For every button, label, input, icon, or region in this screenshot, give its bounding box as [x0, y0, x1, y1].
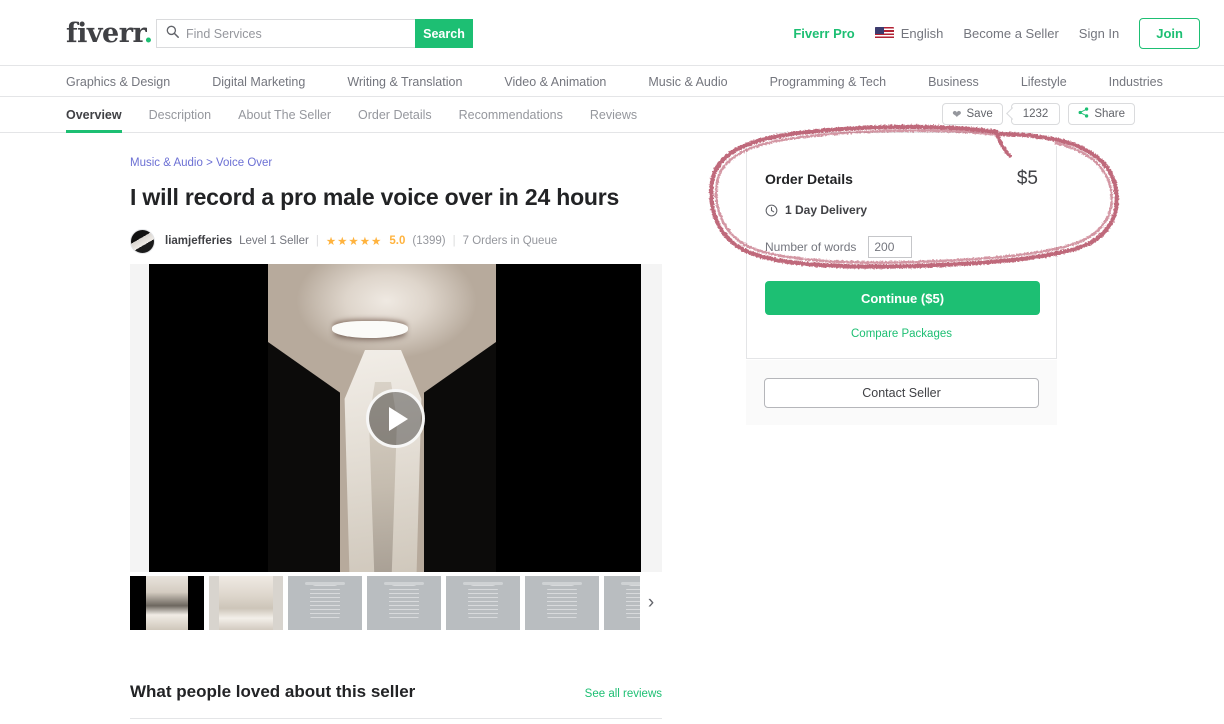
breadcrumb-parent[interactable]: Music & Audio: [130, 157, 203, 169]
fiverr-pro-link[interactable]: Fiverr Pro: [793, 26, 854, 41]
number-of-words-row: Number of words: [765, 236, 1038, 258]
delivery-time-label: 1 Day Delivery: [785, 203, 868, 217]
language-selector[interactable]: English: [874, 25, 944, 41]
tab-overview[interactable]: Overview: [66, 97, 122, 133]
video-frame: [149, 264, 641, 572]
microphone-icon: [542, 582, 582, 621]
search-icon: [166, 25, 179, 43]
save-count: 1232: [1022, 108, 1049, 120]
thumbnail-1[interactable]: [130, 576, 204, 630]
order-details-header: Order Details $5: [765, 168, 1038, 190]
order-details-panel: Order Details $5 1 Day Delivery Number o…: [746, 146, 1057, 359]
play-icon[interactable]: [366, 389, 425, 448]
category-industries[interactable]: Industries: [1109, 75, 1163, 89]
category-music-audio[interactable]: Music & Audio: [648, 75, 727, 89]
fiverr-logo[interactable]: fiverr.: [66, 18, 153, 49]
category-business[interactable]: Business: [928, 75, 979, 89]
seller-divider-1: |: [315, 235, 319, 248]
tab-reviews[interactable]: Reviews: [590, 97, 637, 133]
gig-tab-list: Overview Description About The Seller Or…: [66, 97, 637, 133]
see-all-reviews-link[interactable]: See all reviews: [585, 688, 662, 700]
number-of-words-label: Number of words: [765, 240, 857, 254]
microphone-icon: [463, 582, 503, 621]
category-graphics-design[interactable]: Graphics & Design: [66, 75, 170, 89]
category-lifestyle[interactable]: Lifestyle: [1021, 75, 1067, 89]
rating-stars: ★★★★★: [325, 236, 383, 249]
share-button[interactable]: Share: [1068, 103, 1135, 125]
contact-seller-button[interactable]: Contact Seller: [764, 377, 1039, 408]
reviews-divider: [130, 718, 662, 719]
breadcrumb: Music & Audio > Voice Over: [130, 157, 662, 169]
compare-packages-link[interactable]: Compare Packages: [747, 328, 1056, 358]
play-triangle: [388, 406, 408, 431]
save-count-badge: 1232: [1010, 103, 1061, 125]
gig-video-player[interactable]: [130, 264, 662, 572]
clock-icon: [765, 204, 778, 217]
logo-dot: .: [143, 18, 153, 49]
us-flag-icon: [874, 26, 894, 40]
category-video-animation[interactable]: Video & Animation: [504, 75, 606, 89]
poster-detail-suit-right: [424, 342, 496, 572]
language-label: English: [900, 25, 944, 41]
category-nav: Graphics & Design Digital Marketing Writ…: [0, 66, 1224, 97]
search-input-wrapper[interactable]: [156, 19, 415, 48]
gig-action-bar: ❤ Save 1232 Share: [942, 103, 1135, 125]
rating-count: (1399): [412, 235, 446, 248]
microphone-icon: [384, 582, 424, 621]
header-right-nav: Fiverr Pro English Become a Seller Sign …: [793, 0, 1200, 66]
breadcrumb-separator: >: [206, 157, 213, 169]
category-nav-list: Graphics & Design Digital Marketing Writ…: [66, 66, 1163, 97]
reviews-section-header: What people loved about this seller See …: [130, 682, 662, 702]
top-header: fiverr. Search Fiverr Pro English Become…: [0, 0, 1224, 66]
save-label: Save: [966, 108, 993, 120]
chevron-right-icon[interactable]: ›: [640, 576, 662, 630]
save-button[interactable]: ❤ Save: [942, 103, 1003, 125]
search-button[interactable]: Search: [415, 19, 473, 48]
become-a-seller-link[interactable]: Become a Seller: [963, 26, 1058, 41]
seller-divider-2: |: [452, 235, 456, 248]
tab-order-details[interactable]: Order Details: [358, 97, 432, 133]
seller-info-row: liamjefferies Level 1 Seller | ★★★★★ 5.0…: [130, 228, 662, 254]
sign-in-link[interactable]: Sign In: [1079, 26, 1119, 41]
thumbnail-5[interactable]: [446, 576, 520, 630]
delivery-time-row: 1 Day Delivery: [765, 203, 1038, 217]
number-of-words-input[interactable]: [868, 236, 913, 258]
share-icon: [1078, 107, 1089, 121]
rating-value: 5.0: [389, 235, 406, 248]
breadcrumb-child[interactable]: Voice Over: [216, 157, 272, 169]
thumbnail-6[interactable]: [525, 576, 599, 630]
search-bar: Search: [156, 19, 473, 48]
search-input[interactable]: [186, 26, 415, 41]
contact-seller-panel: Contact Seller: [746, 360, 1057, 425]
tab-description[interactable]: Description: [149, 97, 212, 133]
seller-level: Level 1 Seller: [239, 235, 309, 248]
microphone-icon: [305, 582, 345, 621]
poster-detail-mouth: [332, 321, 408, 338]
share-label: Share: [1094, 108, 1125, 120]
thumbnail-3[interactable]: [288, 576, 362, 630]
join-button[interactable]: Join: [1139, 17, 1200, 49]
reviews-heading: What people loved about this seller: [130, 682, 416, 701]
heart-icon: ❤: [952, 108, 962, 121]
continue-button[interactable]: Continue ($5): [765, 281, 1040, 315]
seller-name[interactable]: liamjefferies: [165, 235, 232, 247]
order-price: $5: [1016, 168, 1038, 189]
thumbnail-4[interactable]: [367, 576, 441, 630]
gig-main-column: Music & Audio > Voice Over I will record…: [130, 157, 662, 254]
order-details-body: Order Details $5 1 Day Delivery Number o…: [747, 146, 1056, 258]
thumbnail-2[interactable]: [209, 576, 283, 630]
logo-text: fiverr: [66, 18, 144, 49]
poster-detail-suit-left: [268, 342, 340, 572]
category-digital-marketing[interactable]: Digital Marketing: [212, 75, 305, 89]
orders-in-queue: 7 Orders in Queue: [462, 235, 558, 248]
gig-thumbnail-strip: ›: [130, 576, 662, 630]
order-details-title: Order Details: [765, 171, 853, 187]
category-writing-translation[interactable]: Writing & Translation: [347, 75, 462, 89]
avatar[interactable]: [130, 228, 155, 254]
tab-recommendations[interactable]: Recommendations: [459, 97, 563, 133]
tab-about-the-seller[interactable]: About The Seller: [238, 97, 331, 133]
page-title: I will record a pro male voice over in 2…: [130, 184, 620, 210]
category-programming-tech[interactable]: Programming & Tech: [770, 75, 887, 89]
